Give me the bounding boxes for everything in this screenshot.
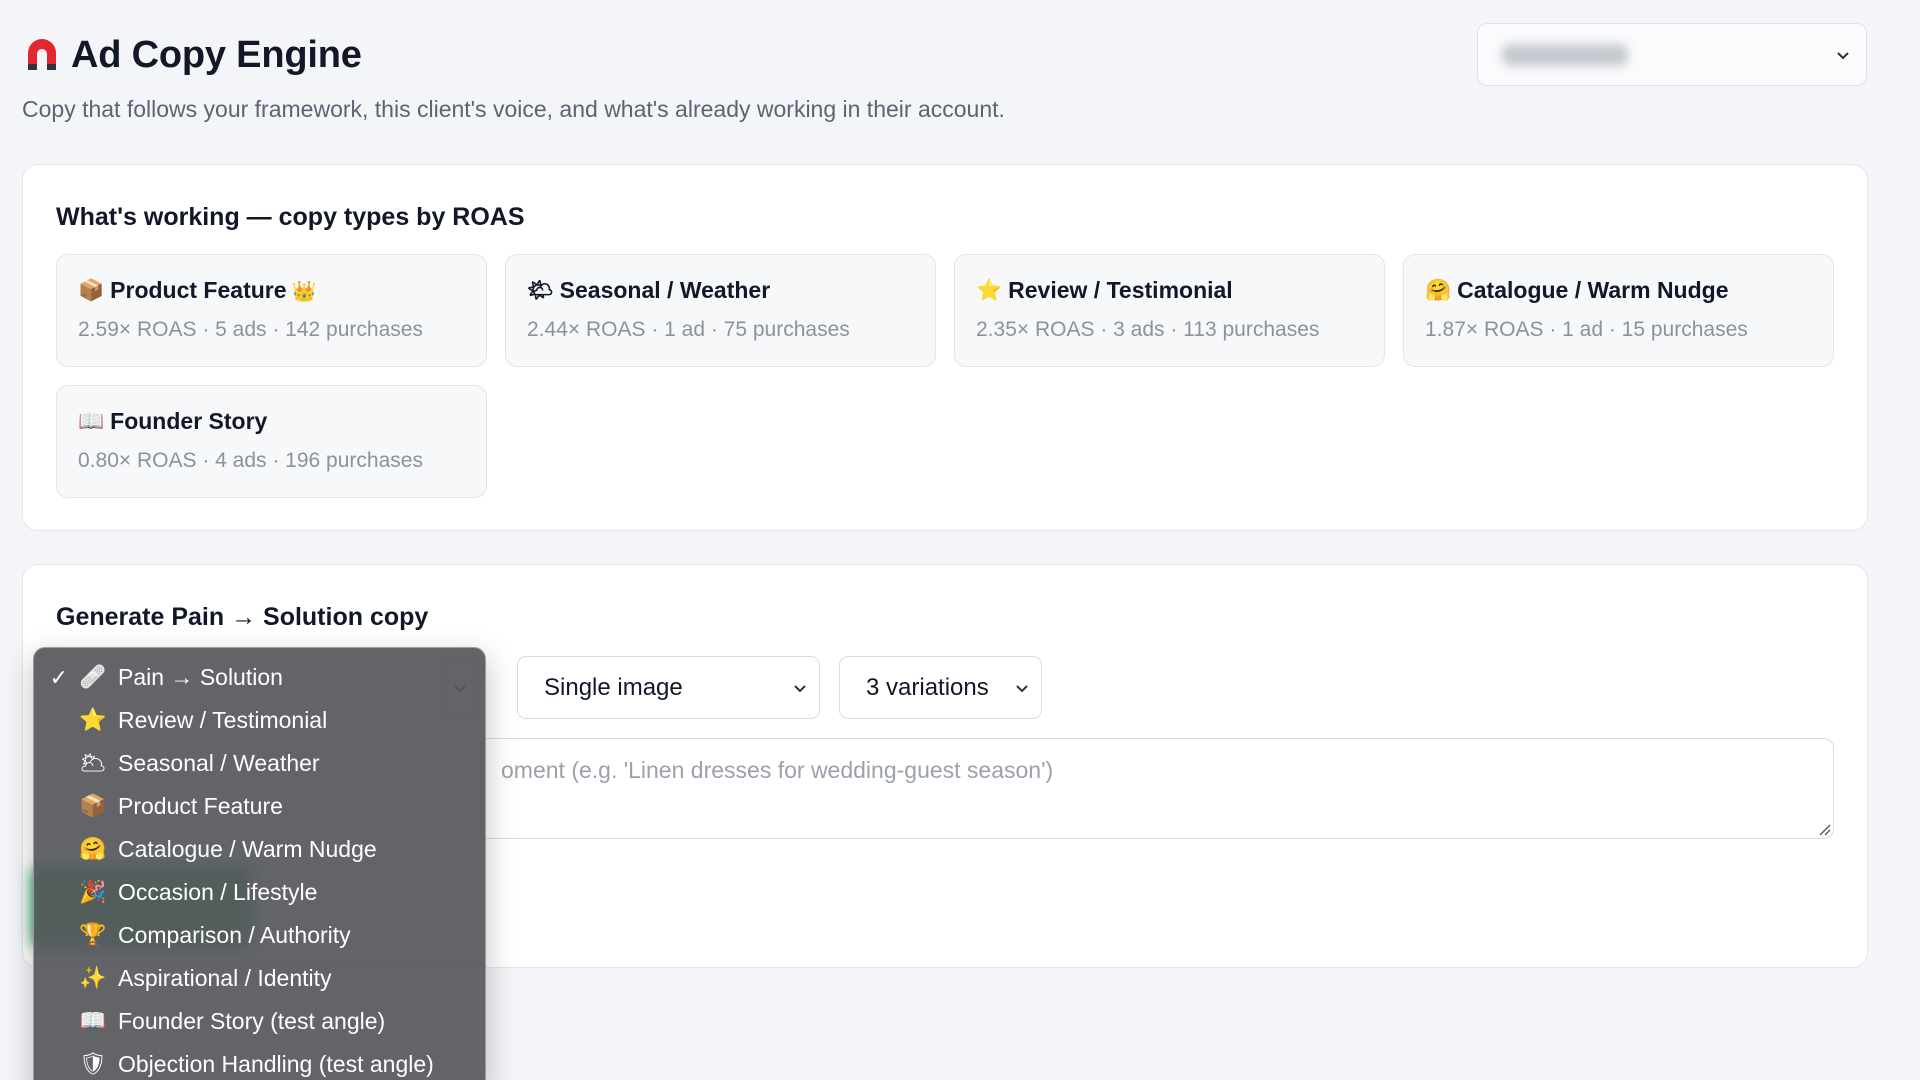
trophy-icon: 🏆 [79,923,107,948]
menu-option-label: Review / Testimonial [118,707,328,733]
tile-name: Product Feature [110,277,287,303]
menu-option-label: Pain → Solution [118,664,283,690]
menu-option-label: Founder Story (test angle) [118,1008,386,1034]
menu-option-objection-handling[interactable]: 🛡 Objection Handling (test angle) [34,1043,485,1080]
magnet-icon [28,39,56,70]
open-book-icon: 📖 [78,409,105,433]
generate-title: Generate Pain → Solution copy [56,603,429,631]
hugging-face-icon: 🤗 [79,837,107,862]
format-select[interactable]: Single image [517,656,820,719]
tile-name: Founder Story [110,408,268,434]
copy-type-tile[interactable]: ⭐ Review / Testimonial 2.35× ROAS · 3 ad… [954,254,1385,367]
chevron-down-icon [1837,52,1849,60]
menu-option-label: Objection Handling (test angle) [118,1051,434,1077]
menu-option-catalogue-warm-nudge[interactable]: 🤗 Catalogue / Warm Nudge [34,828,485,871]
menu-option-pain-solution[interactable]: ✓ 🩹 Pain → Solution [34,656,485,699]
menu-option-label: Aspirational / Identity [118,965,332,991]
variations-select-value: 3 variations [866,673,989,701]
menu-option-label: Catalogue / Warm Nudge [118,836,377,862]
brief-placeholder: oment (e.g. 'Linen dresses for wedding-g… [501,757,1054,783]
whats-working-panel: What's working — copy types by ROAS 📦 Pr… [22,164,1868,531]
menu-option-product-feature[interactable]: 📦 Product Feature [34,785,485,828]
variations-select[interactable]: 3 variations [839,656,1042,719]
copy-type-tile[interactable]: 📦 Product Feature 👑 2.59× ROAS · 5 ads ·… [56,254,487,367]
app-subtitle: Copy that follows your framework, this c… [22,96,1005,122]
sun-cloud-icon: 🌤 [527,278,554,302]
crown-icon: 👑 [291,278,317,303]
copy-type-tile[interactable]: 🤗 Catalogue / Warm Nudge 1.87× ROAS · 1 … [1403,254,1834,367]
menu-option-comparison-authority[interactable]: 🏆 Comparison / Authority [34,914,485,957]
copy-type-tile[interactable]: 📖 Founder Story 0.80× ROAS · 4 ads · 196… [56,385,487,498]
client-selector[interactable] [1477,23,1867,86]
menu-option-label: Comparison / Authority [118,922,351,948]
copy-type-tile[interactable]: 🌤 Seasonal / Weather 2.44× ROAS · 1 ad ·… [505,254,936,367]
tile-name: Catalogue / Warm Nudge [1457,277,1729,303]
menu-option-label: Seasonal / Weather [118,750,320,776]
client-name-obscured [1502,43,1628,66]
checkmark-icon: ✓ [49,664,68,690]
package-icon: 📦 [79,794,107,819]
menu-option-label: Product Feature [118,793,283,819]
menu-option-label: Occasion / Lifestyle [118,879,318,905]
menu-option-founder-story[interactable]: 📖 Founder Story (test angle) [34,1000,485,1043]
format-select-value: Single image [544,673,683,701]
star-icon: ⭐ [79,708,107,733]
hugging-face-icon: 🤗 [1425,278,1452,302]
chevron-down-icon [794,685,806,693]
shield-icon: 🛡 [79,1052,107,1077]
whats-working-title: What's working — copy types by ROAS [56,203,525,231]
brief-textarea[interactable]: oment (e.g. 'Linen dresses for wedding-g… [480,738,1834,839]
tile-stats: 0.80× ROAS · 4 ads · 196 purchases [78,449,423,472]
chevron-down-icon [1016,685,1028,693]
menu-option-seasonal-weather[interactable]: 🌥 Seasonal / Weather [34,742,485,785]
sparkles-icon: ✨ [79,966,107,991]
sun-cloud-icon: 🌥 [79,751,107,776]
tile-stats: 1.87× ROAS · 1 ad · 15 purchases [1425,318,1748,341]
open-book-icon: 📖 [79,1009,107,1034]
tile-stats: 2.59× ROAS · 5 ads · 142 purchases [78,318,423,341]
tile-name: Seasonal / Weather [559,277,771,303]
tile-name: Review / Testimonial [1008,277,1233,303]
resize-grip-icon[interactable] [1817,822,1831,836]
bandage-icon: 🩹 [79,665,107,690]
package-icon: 📦 [78,278,105,302]
party-popper-icon: 🎉 [79,880,107,905]
app-title: Ad Copy Engine [71,33,362,76]
menu-option-review-testimonial[interactable]: ⭐ Review / Testimonial [34,699,485,742]
star-icon: ⭐ [976,278,1003,302]
tile-stats: 2.44× ROAS · 1 ad · 75 purchases [527,318,850,341]
menu-option-occasion-lifestyle[interactable]: 🎉 Occasion / Lifestyle [34,871,485,914]
menu-option-aspirational-identity[interactable]: ✨ Aspirational / Identity [34,957,485,1000]
copy-type-dropdown-menu: ✓ 🩹 Pain → Solution ⭐ Review / Testimoni… [33,647,486,1080]
tile-stats: 2.35× ROAS · 3 ads · 113 purchases [976,318,1320,341]
